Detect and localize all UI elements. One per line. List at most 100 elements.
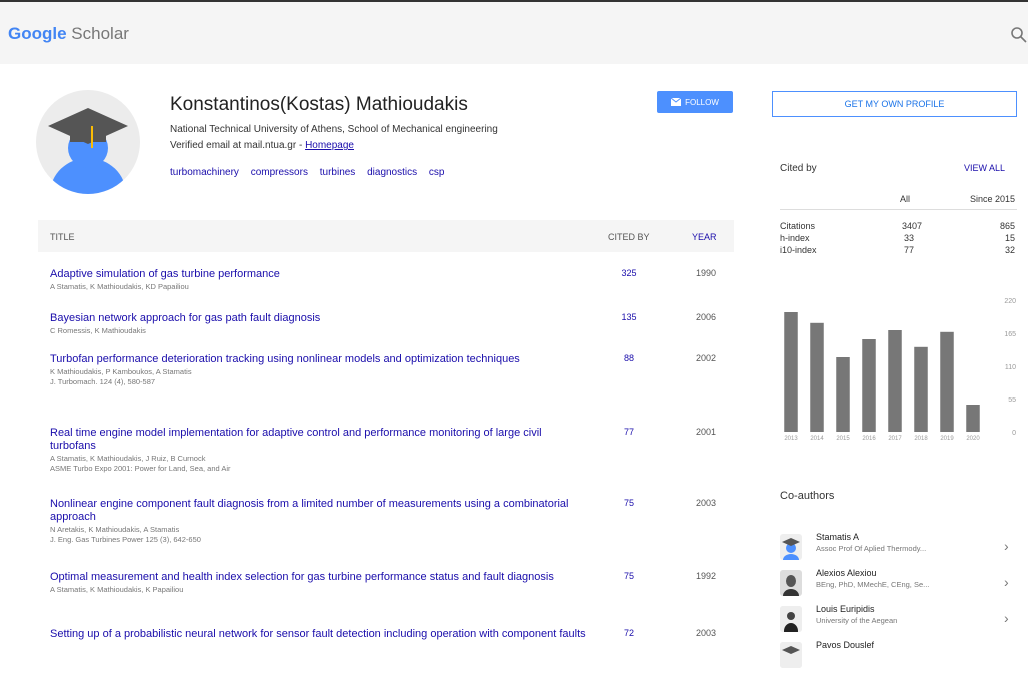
- publication-venue: J. Eng. Gas Turbines Power 125 (3), 642-…: [50, 535, 201, 544]
- interest-link[interactable]: turbines: [320, 167, 356, 178]
- research-interests: turbomachinery compressors turbines diag…: [170, 167, 453, 178]
- chart-bar-2015[interactable]: [836, 357, 850, 432]
- chart-x-tick-label: 2016: [862, 436, 876, 442]
- coauthor-item[interactable]: Louis Euripidis University of the Aegean…: [780, 602, 1020, 638]
- chart-bar-2013[interactable]: [784, 312, 798, 432]
- stats-row: h-index 33 15: [780, 232, 1017, 244]
- chart-bar-2019[interactable]: [940, 331, 954, 432]
- graduate-avatar-icon: [48, 108, 128, 194]
- chart-y-tick-label: 55: [1008, 397, 1016, 404]
- chart-x-tick-label: 2020: [966, 436, 980, 442]
- co-authors-title: Co-authors: [780, 490, 835, 502]
- stats-all-value: 33: [904, 233, 915, 243]
- publication-title-link[interactable]: Bayesian network approach for gas path f…: [50, 312, 590, 325]
- cited-by-count[interactable]: 135: [614, 312, 644, 322]
- cited-by-count[interactable]: 325: [614, 268, 644, 278]
- envelope-icon: [671, 98, 682, 106]
- stats-since-header: Since 2015: [969, 194, 1015, 204]
- follow-label: FOLLOW: [685, 97, 719, 107]
- chevron-right-icon: ›: [1004, 610, 1009, 626]
- chart-x-tick-label: 2013: [784, 436, 798, 442]
- chart-y-tick-label: 220: [1004, 298, 1016, 305]
- graduate-avatar-icon: [782, 538, 800, 560]
- publication-title-link[interactable]: Setting up of a probabilistic neural net…: [50, 628, 590, 641]
- stats-row: i10-index 77 32: [780, 244, 1017, 256]
- stats-all-value: 77: [904, 245, 915, 255]
- interest-link[interactable]: csp: [429, 167, 445, 178]
- person-photo-icon: [780, 570, 802, 596]
- stats-label: Citations: [780, 221, 816, 231]
- coauthor-item[interactable]: Alexios Alexiou BEng, PhD, MMechE, CEng,…: [780, 566, 1020, 602]
- search-icon[interactable]: [1010, 26, 1028, 44]
- coauthor-name: Alexios Alexiou: [816, 568, 877, 578]
- stats-row: Citations 3407 865: [780, 220, 1017, 232]
- citation-stats-table: All Since 2015 Citations 3407 865 h-inde…: [780, 192, 1017, 256]
- publication-title-link[interactable]: Optimal measurement and health index sel…: [50, 571, 590, 584]
- coauthor-avatar: [780, 534, 802, 560]
- publication-cell: Adaptive simulation of gas turbine perfo…: [50, 268, 590, 291]
- chevron-right-icon: ›: [1004, 574, 1009, 590]
- person-photo-icon: [780, 606, 802, 632]
- profile-affiliation: National Technical University of Athens,…: [170, 124, 498, 135]
- publication-authors: A Stamatis, K Mathioudakis, K Papailiou: [50, 585, 184, 594]
- publication-cell: Real time engine model implementation fo…: [50, 427, 590, 473]
- profile-avatar: [36, 90, 140, 194]
- coauthor-name: Stamatis A: [816, 532, 860, 542]
- coauthor-name: Louis Euripidis: [816, 604, 875, 614]
- coauthor-affiliation: University of the Aegean: [816, 616, 898, 625]
- chart-x-tick-label: 2015: [836, 436, 850, 442]
- cited-by-count[interactable]: 75: [614, 498, 644, 508]
- profile-name: Konstantinos(Kostas) Mathioudakis: [170, 94, 468, 115]
- citations-per-year-chart: 2013 2014 2015 2016 2017 2018 2019 2020 220 165 11…: [784, 298, 1016, 442]
- cited-by-count[interactable]: 72: [614, 628, 644, 638]
- coauthor-avatar: [780, 606, 802, 632]
- publication-cell: Optimal measurement and health index sel…: [50, 571, 590, 594]
- publication-title-link[interactable]: Real time engine model implementation fo…: [50, 427, 590, 453]
- publication-title-link[interactable]: Turbofan performance deterioration track…: [50, 353, 590, 366]
- chart-bar-2018[interactable]: [914, 346, 928, 432]
- publication-title-link[interactable]: Nonlinear engine component fault diagnos…: [50, 498, 590, 524]
- publication-cell: Nonlinear engine component fault diagnos…: [50, 498, 590, 544]
- chart-bar-2014[interactable]: [810, 322, 824, 432]
- chart-bar-2016[interactable]: [862, 339, 876, 432]
- cited-by-count[interactable]: 75: [614, 571, 644, 581]
- interest-link[interactable]: turbomachinery: [170, 167, 239, 178]
- interest-link[interactable]: compressors: [251, 167, 308, 178]
- google-scholar-logo[interactable]: Google Scholar: [8, 24, 129, 44]
- stats-since-value: 865: [999, 221, 1015, 231]
- publication-venue: ASME Turbo Expo 2001: Power for Land, Se…: [50, 464, 231, 473]
- chart-x-tick-label: 2017: [888, 436, 902, 442]
- stats-all-header: All: [900, 194, 911, 204]
- chart-bar-2020[interactable]: [966, 405, 980, 432]
- year-column-header[interactable]: YEAR: [692, 232, 717, 242]
- publication-title-link[interactable]: Adaptive simulation of gas turbine perfo…: [50, 268, 590, 281]
- cited-by-count[interactable]: 88: [614, 353, 644, 363]
- cited-by-count[interactable]: 77: [614, 427, 644, 437]
- chart-x-tick-label: 2014: [810, 436, 824, 442]
- cited-by-column-header[interactable]: CITED BY: [608, 232, 650, 242]
- homepage-link[interactable]: Homepage: [305, 140, 354, 151]
- publication-venue: J. Turbomach. 124 (4), 580-587: [50, 377, 156, 386]
- chart-bar-2017[interactable]: [888, 330, 902, 432]
- get-my-own-profile-button[interactable]: GET MY OWN PROFILE: [772, 91, 1017, 117]
- publications-table-header: TITLE CITED BY YEAR: [38, 220, 734, 252]
- stats-header-row: All Since 2015: [780, 192, 1017, 210]
- follow-button[interactable]: FOLLOW: [657, 91, 733, 113]
- stats-label: h-index: [780, 233, 810, 243]
- stats-since-value: 15: [1004, 233, 1015, 243]
- publication-cell: Bayesian network approach for gas path f…: [50, 312, 590, 335]
- interest-link[interactable]: diagnostics: [367, 167, 417, 178]
- logo-google-text: Google: [8, 24, 67, 43]
- chart-y-tick-label: 165: [1004, 331, 1016, 338]
- title-column-header[interactable]: TITLE: [50, 232, 75, 242]
- coauthor-item[interactable]: Stamatis A Assoc Prof Of Aplied Thermody…: [780, 530, 1020, 566]
- logo-scholar-text: Scholar: [71, 24, 129, 43]
- publication-year: 1990: [695, 268, 717, 278]
- view-all-link[interactable]: VIEW ALL: [964, 163, 1005, 173]
- chart-y-tick-label: 110: [1005, 364, 1016, 371]
- chart-x-tick-label: 2019: [940, 436, 954, 442]
- publication-year: 2002: [695, 353, 717, 363]
- publication-year: 2001: [695, 427, 717, 437]
- coauthor-item[interactable]: Pavos Douslef: [780, 638, 1020, 674]
- publication-year: 2003: [695, 498, 717, 508]
